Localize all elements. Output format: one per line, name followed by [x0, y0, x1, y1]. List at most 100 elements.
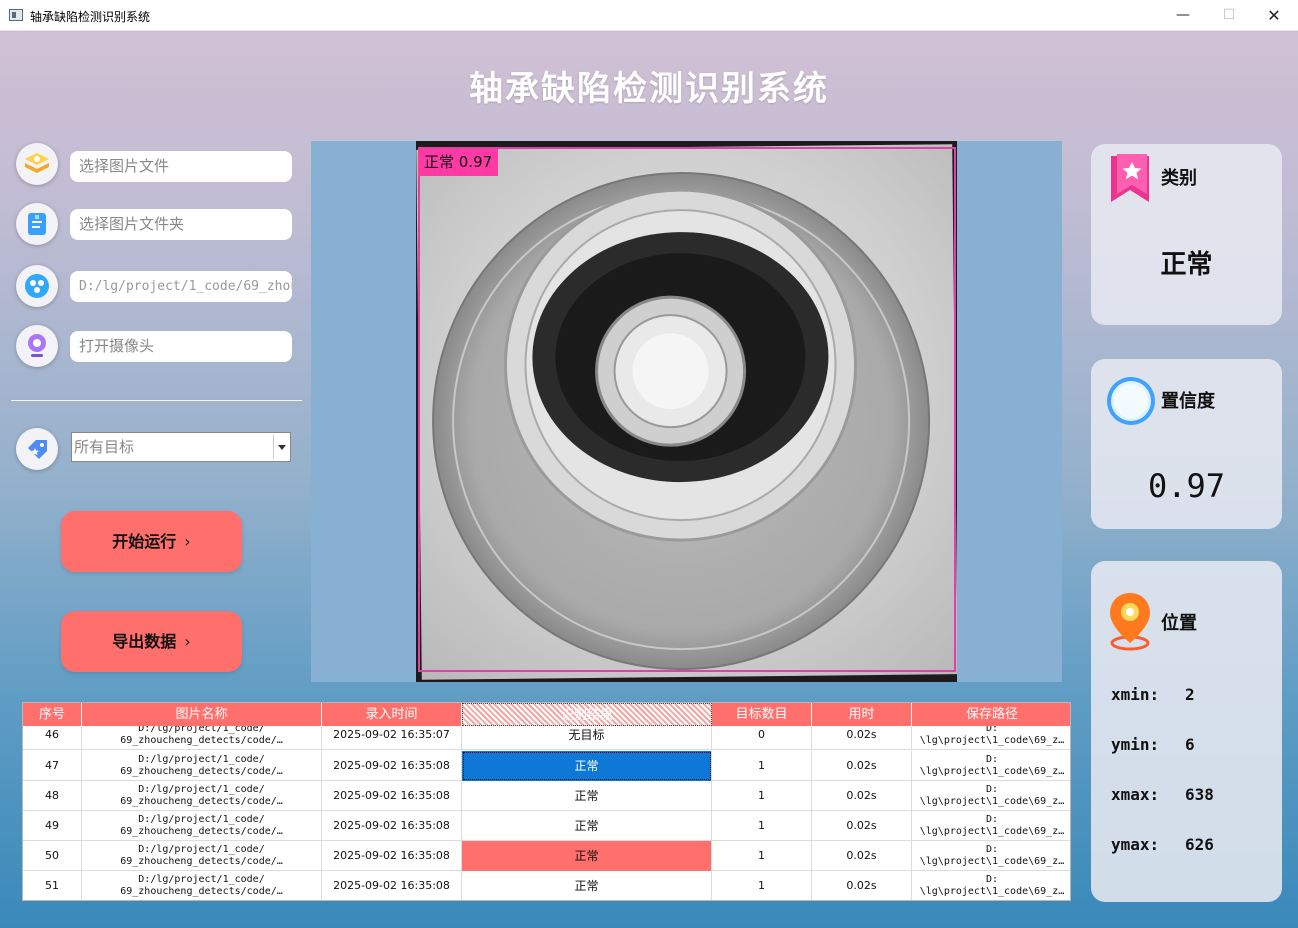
ymin-row: ymin: 6 — [1111, 735, 1195, 754]
target-select[interactable]: 所有目标 — [71, 432, 291, 462]
divider — [11, 400, 302, 401]
cell-result: 正常 — [462, 871, 712, 900]
image-file-input[interactable]: 选择图片文件 — [70, 151, 292, 182]
minimize-button[interactable]: — — [1160, 0, 1206, 31]
cell-duration: 0.02s — [812, 726, 912, 750]
cell-path: D: \lg\project\1_code\69_z… — [919, 874, 1065, 897]
video-path-input[interactable]: D:/lg/project/1_code/69_zhoucheng_detect… — [70, 271, 292, 302]
results-table[interactable]: 序号 图片名称 录入时间 识别结果 目标数目 用时 保存路径 46 D:/lg/… — [22, 702, 1071, 901]
position-label: 位置 — [1161, 613, 1197, 634]
cell-duration: 0.02s — [812, 871, 912, 900]
position-card: 位置 xmin: 2 ymin: 6 xmax: 638 ymax: 626 — [1091, 561, 1282, 902]
close-button[interactable]: ✕ — [1251, 0, 1297, 31]
bookmark-star-icon — [1107, 152, 1153, 210]
app-title: 轴承缺陷检测识别系统 — [469, 69, 829, 109]
target-select-value: 所有目标 — [74, 438, 135, 456]
confidence-label: 置信度 — [1161, 391, 1215, 412]
ymin-label: ymin: — [1111, 735, 1160, 754]
image-folder-icon[interactable] — [16, 203, 58, 245]
table-row[interactable]: 48 D:/lg/project/1_code/ 69_zhoucheng_de… — [23, 781, 1070, 811]
header-count[interactable]: 目标数目 — [712, 703, 812, 726]
cell-result: 正常 — [462, 781, 712, 811]
cell-time: 2025-09-02 16:35:08 — [322, 841, 462, 871]
cell-name: D:/lg/project/1_code/ 69_zhoucheng_detec… — [82, 871, 322, 900]
maximize-button[interactable]: ☐ — [1206, 0, 1252, 31]
cell-time: 2025-09-02 16:35:07 — [322, 726, 462, 750]
cell-name: D:/lg/project/1_code/ 69_zhoucheng_detec… — [82, 781, 322, 811]
start-button-label: 开始运行 — [112, 532, 177, 551]
cell-result-selected: 正常 — [462, 751, 712, 781]
start-button[interactable]: 开始运行 › — [61, 511, 242, 572]
cell-count: 1 — [712, 871, 812, 900]
export-button[interactable]: 导出数据 › — [61, 611, 242, 672]
cell-id: 51 — [23, 871, 82, 900]
cell-time: 2025-09-02 16:35:08 — [322, 871, 462, 900]
category-label: 类别 — [1161, 168, 1197, 189]
confidence-card: 置信度 0.97 — [1091, 359, 1282, 529]
table-row[interactable]: 47 D:/lg/project/1_code/ 69_zhoucheng_de… — [23, 751, 1070, 781]
cell-id: 48 — [23, 781, 82, 811]
cell-path: D: \lg\project\1_code\69_z… — [919, 814, 1065, 837]
location-pin-icon — [1105, 589, 1155, 655]
cell-duration: 0.02s — [812, 811, 912, 841]
cell-path: D: \lg\project\1_code\69_z… — [919, 754, 1065, 777]
window-title: 轴承缺陷检测识别系统 — [30, 10, 151, 24]
confidence-value: 0.97 — [1147, 467, 1226, 505]
table-row[interactable]: 50 D:/lg/project/1_code/ 69_zhoucheng_de… — [23, 841, 1070, 871]
cell-duration: 0.02s — [812, 781, 912, 811]
chevron-right-icon: › — [184, 632, 191, 651]
cell-name: D:/lg/project/1_code/ 69_zhoucheng_detec… — [82, 841, 322, 871]
cell-count: 1 — [712, 751, 812, 781]
image-file-icon[interactable] — [16, 143, 58, 185]
export-button-label: 导出数据 — [112, 632, 177, 651]
header-id[interactable]: 序号 — [23, 703, 82, 726]
ymax-label: ymax: — [1111, 835, 1160, 854]
ymax-row: ymax: 626 — [1111, 835, 1214, 854]
camera-icon[interactable] — [16, 325, 58, 367]
xmax-value: 638 — [1185, 785, 1214, 804]
cell-time: 2025-09-02 16:35:08 — [322, 811, 462, 841]
header-duration[interactable]: 用时 — [812, 703, 912, 726]
video-file-icon[interactable] — [16, 265, 58, 307]
table-row[interactable]: 51 D:/lg/project/1_code/ 69_zhoucheng_de… — [23, 871, 1070, 900]
xmax-row: xmax: 638 — [1111, 785, 1214, 804]
cell-time: 2025-09-02 16:35:08 — [322, 751, 462, 781]
detection-box — [418, 147, 956, 672]
header-name[interactable]: 图片名称 — [82, 703, 322, 726]
cell-name: D:/lg/project/1_code/ 69_zhoucheng_detec… — [82, 751, 322, 781]
cell-count: 1 — [712, 841, 812, 871]
cell-path: D: \lg\project\1_code\69_z… — [919, 726, 1065, 746]
cell-result: 无目标 — [462, 726, 712, 750]
header-path[interactable]: 保存路径 — [912, 703, 1070, 726]
table-row[interactable]: 46 D:/lg/project/1_code/ 69_zhoucheng_de… — [23, 726, 1070, 750]
table-header: 序号 图片名称 录入时间 识别结果 目标数目 用时 保存路径 — [23, 703, 1070, 726]
table-body: 46 D:/lg/project/1_code/ 69_zhoucheng_de… — [23, 726, 1070, 900]
detection-label: 正常 0.97 — [418, 149, 499, 176]
cell-name: D:/lg/project/1_code/ 69_zhoucheng_detec… — [82, 726, 322, 750]
chevron-right-icon: › — [184, 532, 191, 551]
header-time[interactable]: 录入时间 — [322, 703, 462, 726]
camera-input[interactable]: 打开摄像头 — [70, 331, 292, 362]
chevron-down-icon[interactable] — [273, 435, 288, 459]
category-card: 类别 正常 — [1091, 144, 1282, 325]
xmax-label: xmax: — [1111, 785, 1160, 804]
category-value: 正常 — [1160, 250, 1213, 280]
target-tag-icon — [16, 428, 58, 470]
xmin-row: xmin: 2 — [1111, 685, 1195, 704]
app-icon — [9, 9, 23, 21]
cell-result: 正常 — [462, 811, 712, 841]
image-folder-input[interactable]: 选择图片文件夹 — [70, 209, 292, 240]
image-display-panel: 正常 0.97 — [311, 141, 1062, 682]
cell-id: 46 — [23, 726, 82, 750]
xmin-label: xmin: — [1111, 685, 1160, 704]
xmin-value: 2 — [1185, 685, 1195, 704]
cell-name: D:/lg/project/1_code/ 69_zhoucheng_detec… — [82, 811, 322, 841]
main-window: 轴承缺陷检测识别系统 选择图片文件 选择图片文件夹 D:/lg/project/… — [0, 31, 1298, 928]
table-row[interactable]: 49 D:/lg/project/1_code/ 69_zhoucheng_de… — [23, 811, 1070, 841]
cell-duration: 0.02s — [812, 841, 912, 871]
cell-path: D: \lg\project\1_code\69_z… — [919, 844, 1065, 867]
header-result[interactable]: 识别结果 — [462, 703, 712, 726]
cell-id: 47 — [23, 751, 82, 781]
ymin-value: 6 — [1185, 735, 1195, 754]
confidence-ring-icon — [1103, 373, 1159, 433]
